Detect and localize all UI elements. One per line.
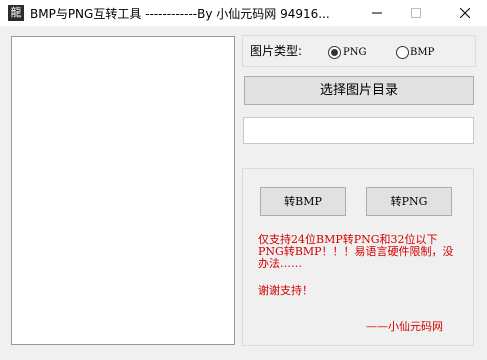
bmp-radio-label[interactable]: BMP — [410, 47, 434, 58]
close-icon — [460, 8, 470, 18]
client-area: 图片类型: PNG BMP 选择图片目录 转BMP 转PNG 仅支持24位BMP… — [0, 26, 487, 360]
directory-path-input[interactable] — [243, 117, 474, 144]
file-list[interactable] — [11, 36, 235, 345]
radio-selected-dot — [331, 49, 338, 56]
png-radio-label[interactable]: PNG — [343, 47, 366, 58]
author-signature: ——小仙元码网 — [366, 320, 443, 333]
limitation-note: 仅支持24位BMP转PNG和32位以下PNG转BMP！！！易语言硬件限制，没办法… — [258, 233, 454, 270]
minimize-icon — [372, 12, 382, 14]
title-bar: 龍 BMP与PNG互转工具 ------------By 小仙元码网 94916… — [0, 0, 487, 26]
convert-to-bmp-button[interactable]: 转BMP — [260, 187, 346, 216]
minimize-button[interactable] — [355, 0, 399, 26]
bmp-radio[interactable] — [396, 46, 409, 59]
maximize-button[interactable] — [394, 0, 438, 26]
image-type-label: 图片类型: — [250, 44, 303, 58]
window-title: BMP与PNG互转工具 ------------By 小仙元码网 94916..… — [30, 7, 330, 21]
select-directory-button[interactable]: 选择图片目录 — [244, 76, 474, 105]
thanks-text: 谢谢支持！ — [258, 284, 313, 297]
app-icon: 龍 — [8, 5, 24, 21]
png-radio[interactable] — [328, 46, 341, 59]
close-button[interactable] — [443, 0, 487, 26]
convert-to-png-button[interactable]: 转PNG — [366, 187, 452, 216]
maximize-icon — [411, 8, 421, 18]
